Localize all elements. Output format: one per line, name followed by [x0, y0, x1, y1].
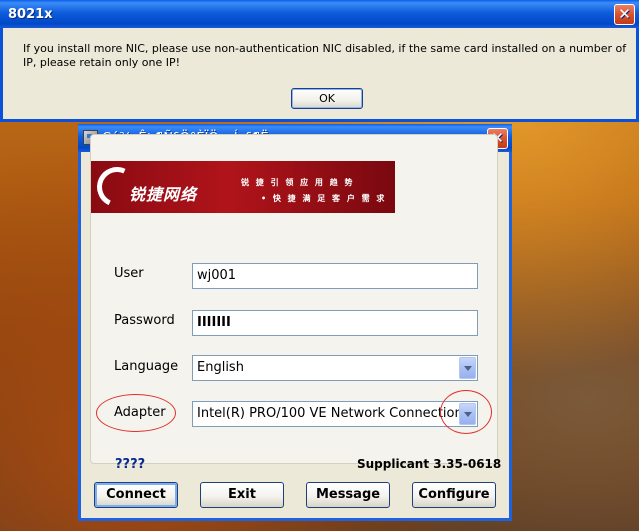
configure-button[interactable]: Configure — [412, 482, 496, 508]
ok-button[interactable]: OK — [291, 88, 363, 109]
message-text: If you install more NIC, please use non-… — [23, 42, 627, 69]
version-text: Supplicant 3.35-0618 — [357, 457, 502, 471]
adapter-selected-value: Intel(R) PRO/100 VE Network Connection — [197, 406, 463, 421]
message-box-titlebar[interactable]: 8021x ✕ — [0, 0, 639, 28]
language-selected-value: English — [197, 360, 244, 375]
password-label: Password — [114, 313, 175, 328]
brand-banner: 锐捷网络 锐 捷 引 领 应 用 趋 势 • 快 捷 满 足 客 户 需 求 — [91, 161, 395, 213]
language-select[interactable]: English — [192, 355, 478, 381]
message-box-window: 8021x ✕ If you install more NIC, please … — [0, 0, 639, 122]
banner-slogan-1: 锐 捷 引 领 应 用 趋 势 — [241, 178, 355, 187]
password-input[interactable]: IIIIIII — [192, 310, 478, 336]
user-label: User — [114, 266, 144, 281]
annotation-circle-adapter — [96, 394, 176, 432]
supplicant-dialog: Çú¾¸Ê¦·¶Ñ§Ö°ÈÏÖ¤¿Í»§¶Ë ✕ 锐捷网络 锐 捷 引 领 应 … — [78, 124, 512, 521]
help-link[interactable]: ???? — [115, 457, 145, 472]
adapter-select[interactable]: Intel(R) PRO/100 VE Network Connection — [192, 401, 478, 427]
connect-button[interactable]: Connect — [94, 482, 178, 508]
user-input[interactable]: wj001 — [192, 263, 478, 289]
annotation-circle-dropdown — [440, 390, 492, 434]
message-box-title: 8021x — [8, 6, 53, 22]
chevron-down-icon[interactable] — [459, 357, 476, 379]
brand-logo-text: 锐捷网络 — [129, 185, 198, 204]
language-label: Language — [114, 359, 179, 374]
message-button[interactable]: Message — [306, 482, 390, 508]
banner-slogan-2: • 快 捷 满 足 客 户 需 求 — [261, 194, 387, 203]
message-box-close-button[interactable]: ✕ — [614, 4, 635, 25]
exit-button[interactable]: Exit — [200, 482, 284, 508]
